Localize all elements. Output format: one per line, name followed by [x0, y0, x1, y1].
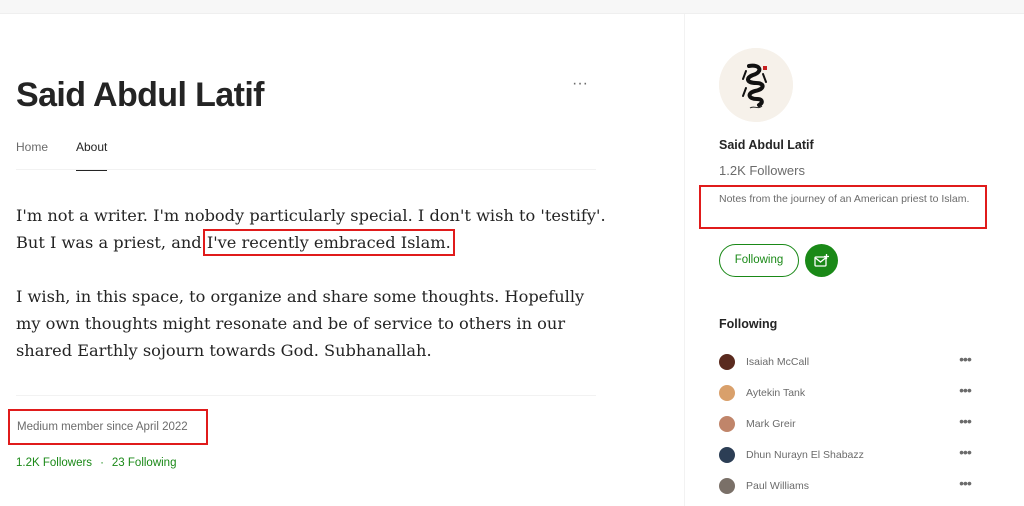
following-heading: Following — [719, 317, 778, 331]
calligraphy-logo-icon — [719, 48, 793, 122]
following-item: Aytekin Tank ••• — [719, 383, 979, 414]
bio-highlighted-text: I've recently embraced Islam. — [202, 229, 455, 256]
following-item: Paul Williams ••• — [719, 476, 979, 506]
profile-sidebar: Said Abdul Latif 1.2K Followers Notes fr… — [684, 14, 1024, 506]
following-item: Isaiah McCall ••• — [719, 352, 979, 383]
following-name[interactable]: Isaiah McCall — [746, 356, 809, 368]
avatar[interactable] — [719, 447, 735, 463]
tab-about[interactable]: About — [76, 140, 108, 171]
following-name[interactable]: Mark Greir — [746, 418, 796, 430]
main-content: Said Abdul Latif ··· Home About I'm not … — [0, 14, 684, 506]
sidebar-description: Notes from the journey of an American pr… — [699, 185, 987, 229]
more-icon[interactable]: ••• — [955, 445, 975, 459]
following-item: Dhun Nurayn El Shabazz ••• — [719, 445, 979, 476]
profile-name: Said Abdul Latif — [16, 76, 265, 114]
following-name[interactable]: Aytekin Tank — [746, 387, 805, 399]
mail-plus-icon — [814, 254, 829, 267]
profile-avatar[interactable] — [719, 48, 793, 122]
following-button[interactable]: Following — [719, 244, 799, 277]
divider — [16, 395, 596, 396]
following-name[interactable]: Dhun Nurayn El Shabazz — [746, 449, 864, 461]
following-name[interactable]: Paul Williams — [746, 480, 809, 492]
member-since: Medium member since April 2022 — [8, 409, 208, 445]
following-link[interactable]: 23 Following — [112, 457, 177, 469]
bio-paragraph-2: I wish, in this space, to organize and s… — [16, 287, 585, 360]
bio-paragraph-1: I'm not a writer. I'm nobody particularl… — [16, 202, 606, 256]
top-bar — [0, 0, 1024, 14]
following-item: Mark Greir ••• — [719, 414, 979, 445]
tab-home[interactable]: Home — [16, 140, 48, 170]
subscribe-email-button[interactable] — [805, 244, 838, 277]
following-list: Isaiah McCall ••• Aytekin Tank ••• Mark … — [719, 352, 979, 506]
stats-separator: · — [100, 457, 104, 469]
followers-link[interactable]: 1.2K Followers — [16, 457, 92, 469]
avatar[interactable] — [719, 354, 735, 370]
sidebar-followers-count[interactable]: 1.2K Followers — [719, 163, 805, 178]
sidebar-profile-name[interactable]: Said Abdul Latif — [719, 138, 814, 152]
more-icon[interactable]: ••• — [955, 414, 975, 428]
profile-tabs: Home About — [16, 140, 596, 171]
avatar[interactable] — [719, 385, 735, 401]
more-icon[interactable]: ••• — [955, 383, 975, 397]
about-bio: I'm not a writer. I'm nobody particularl… — [16, 202, 606, 391]
avatar[interactable] — [719, 416, 735, 432]
more-options-icon[interactable]: ··· — [568, 76, 592, 94]
more-icon[interactable]: ••• — [955, 476, 975, 490]
more-icon[interactable]: ••• — [955, 352, 975, 366]
avatar[interactable] — [719, 478, 735, 494]
follow-stats: 1.2K Followers · 23 Following — [16, 457, 176, 469]
